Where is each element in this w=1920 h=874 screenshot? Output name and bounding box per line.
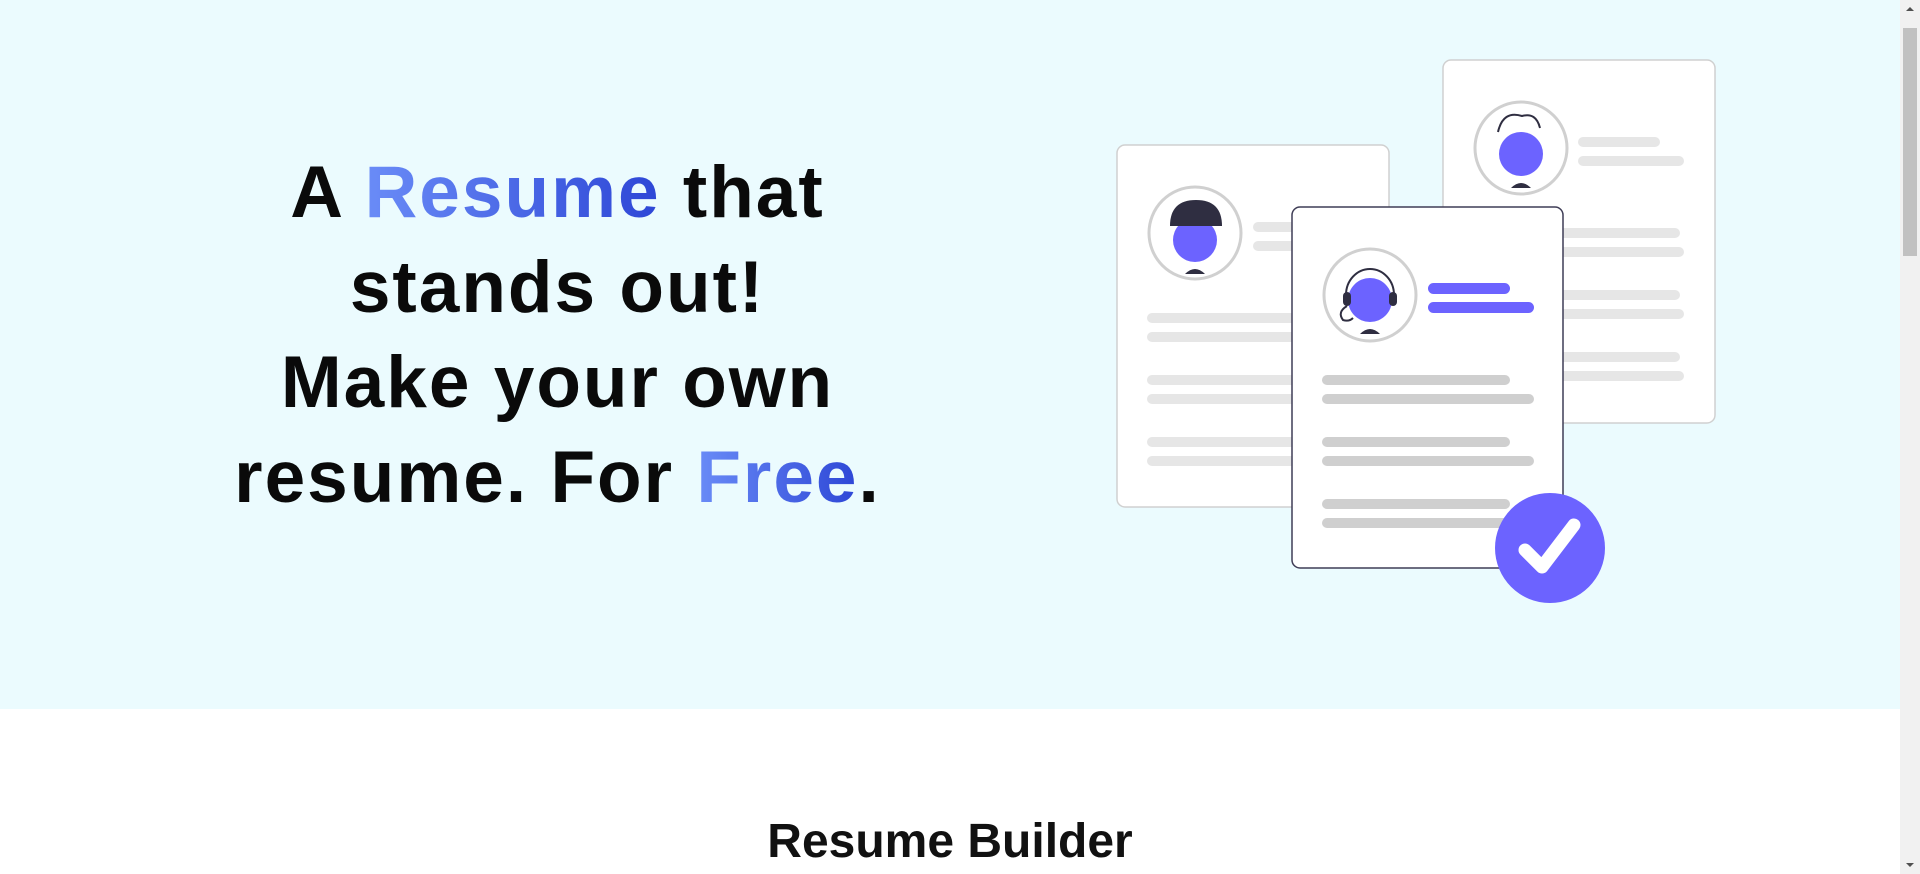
check-badge-icon: [1495, 493, 1605, 603]
hero-headline: A Resume that stands out! Make your own …: [190, 145, 925, 525]
scroll-up-arrow-icon[interactable]: [1900, 0, 1920, 18]
headline-part: A: [290, 152, 365, 233]
hero-section: A Resume that stands out! Make your own …: [0, 0, 1900, 709]
scroll-down-arrow-icon[interactable]: [1900, 856, 1920, 874]
resume-illustration: [1116, 59, 1716, 603]
headline-part: resume. For: [234, 437, 697, 518]
headline-highlight-resume: Resume: [364, 152, 661, 233]
headline-highlight-free: Free: [696, 437, 859, 518]
headline-line-2: stands out!: [349, 247, 766, 328]
headline-part: .: [858, 437, 881, 518]
scrollbar-thumb[interactable]: [1903, 28, 1917, 256]
section-title: Resume Builder: [767, 815, 1133, 868]
headline-line-3: Make your own: [280, 342, 835, 423]
headline-part: that: [660, 152, 825, 233]
vertical-scrollbar[interactable]: [1900, 0, 1920, 874]
